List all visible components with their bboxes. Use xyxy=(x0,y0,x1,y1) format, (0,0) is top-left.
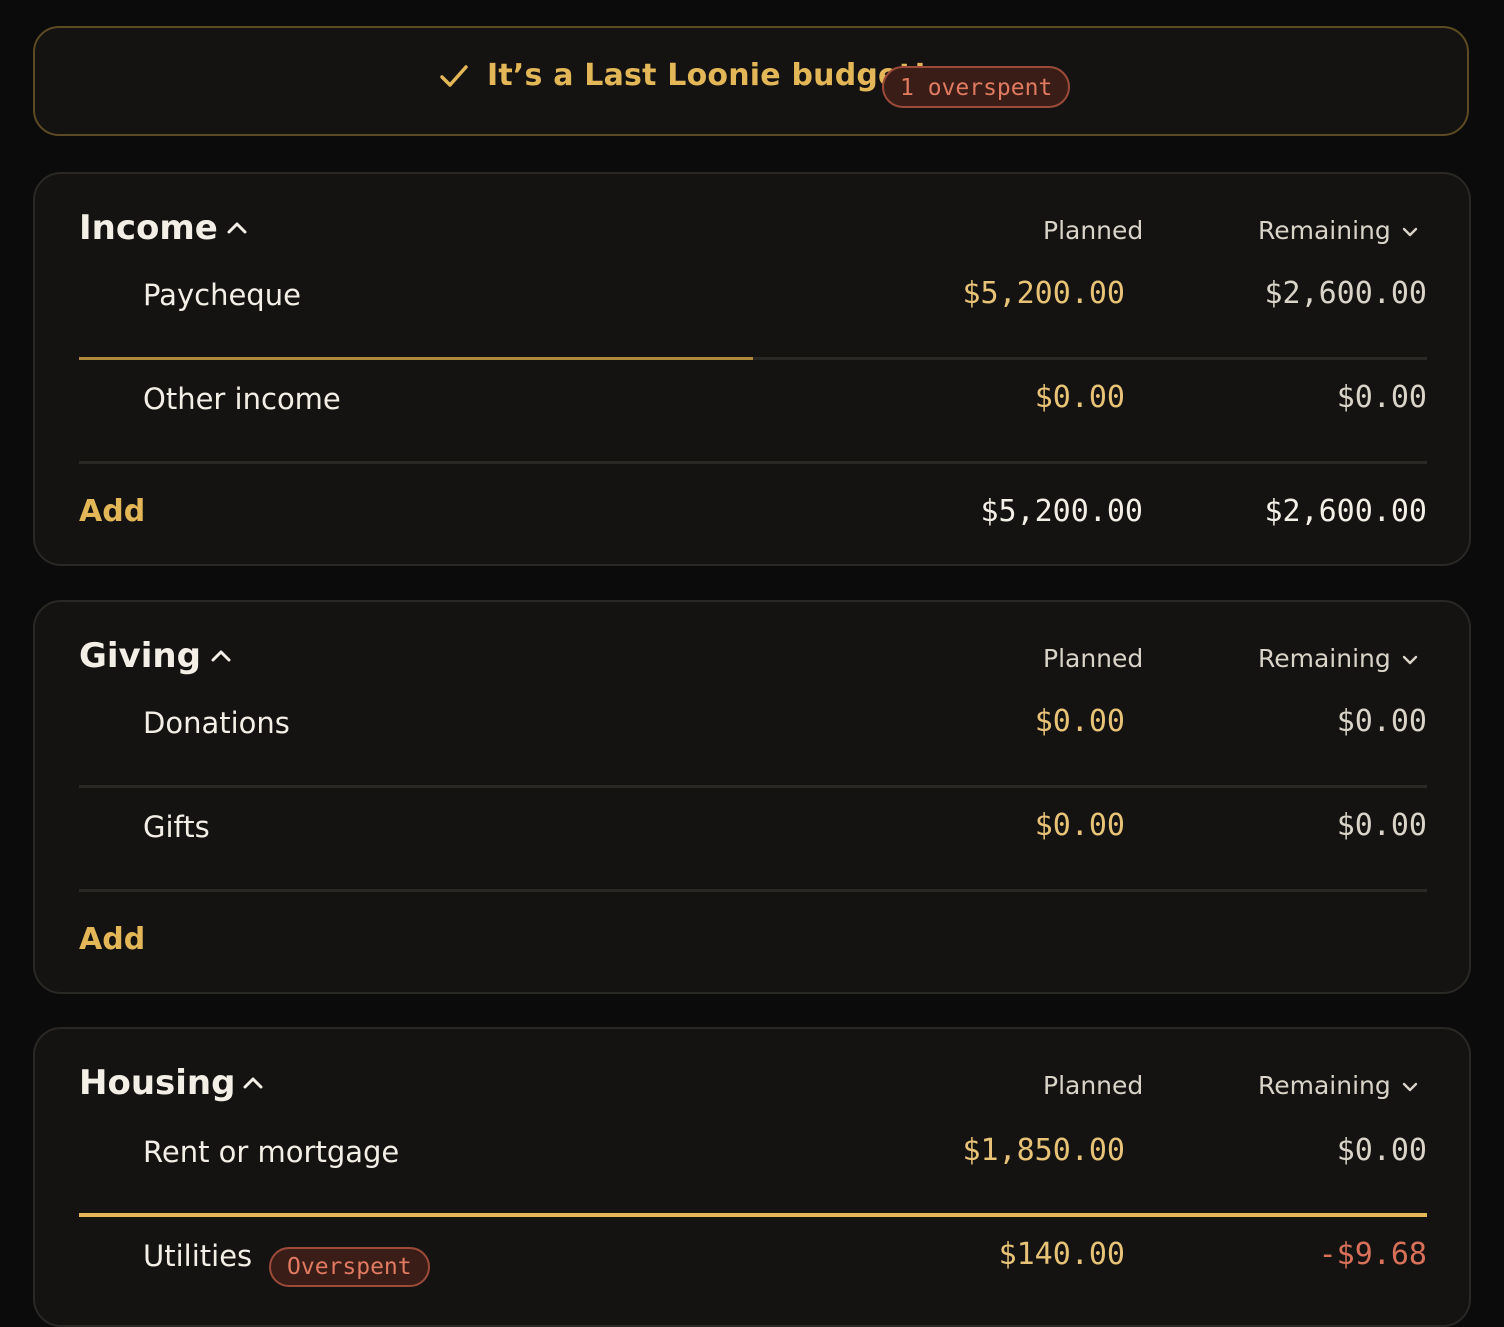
budget-status-title: It’s a Last Loonie budget! xyxy=(487,58,928,93)
row-label: Rent or mortgage xyxy=(143,1135,400,1169)
chevron-up-icon[interactable] xyxy=(207,644,235,668)
column-header-planned: Planned xyxy=(1043,1071,1144,1100)
group-total-planned: $5,200.00 xyxy=(980,494,1143,529)
add-item-button[interactable]: Add xyxy=(79,494,145,529)
row-remaining-amount: $2,600.00 xyxy=(1264,276,1427,311)
row-remaining-amount: $0.00 xyxy=(1336,704,1427,739)
group-title[interactable]: Income xyxy=(79,208,218,248)
row-label: Gifts xyxy=(143,810,210,844)
budget-row[interactable]: Rent or mortgage $1,850.00 $0.00 xyxy=(79,1113,1427,1217)
row-remaining-amount: $0.00 xyxy=(1336,808,1427,843)
group-title[interactable]: Giving xyxy=(79,636,201,676)
column-header-remaining[interactable]: Remaining xyxy=(1258,216,1421,245)
row-label: Utilities xyxy=(143,1239,253,1273)
column-header-remaining[interactable]: Remaining xyxy=(1258,1071,1421,1100)
group-footer: Add $5,200.00 $2,600.00 xyxy=(79,494,1427,554)
chevron-down-icon[interactable] xyxy=(1399,222,1421,242)
group-footer: Add xyxy=(79,922,1427,982)
group-card-giving: Giving Planned Remaining Donations $0.00… xyxy=(33,600,1471,994)
group-card-income: Income Planned Remaining Paycheque $5,20… xyxy=(33,172,1471,566)
budget-row[interactable]: Donations $0.00 $0.00 xyxy=(79,684,1427,788)
group-total-remaining: $2,600.00 xyxy=(1264,494,1427,529)
overspent-badge: Overspent xyxy=(269,1247,430,1287)
row-divider xyxy=(79,889,1427,892)
chevron-down-icon[interactable] xyxy=(1399,650,1421,670)
row-planned-amount[interactable]: $0.00 xyxy=(1035,380,1125,415)
add-item-button[interactable]: Add xyxy=(79,922,145,957)
row-planned-amount[interactable]: $5,200.00 xyxy=(962,276,1125,311)
row-label: Other income xyxy=(143,382,341,416)
chevron-up-icon[interactable] xyxy=(223,216,251,240)
column-header-remaining-label: Remaining xyxy=(1258,216,1391,245)
column-header-planned: Planned xyxy=(1043,644,1144,673)
row-label: Paycheque xyxy=(143,278,301,312)
budget-row[interactable]: Gifts $0.00 $0.00 xyxy=(79,788,1427,892)
row-remaining-amount: $0.00 xyxy=(1336,380,1427,415)
budget-row[interactable]: Utilities Overspent $140.00 -$9.68 xyxy=(79,1217,1427,1321)
column-header-planned: Planned xyxy=(1043,216,1144,245)
check-icon xyxy=(440,65,468,87)
overspent-count-badge[interactable]: 1 overspent xyxy=(882,66,1071,108)
budget-row[interactable]: Paycheque $5,200.00 $2,600.00 xyxy=(79,256,1427,360)
row-divider xyxy=(79,461,1427,464)
row-remaining-amount: -$9.68 xyxy=(1318,1237,1427,1272)
row-remaining-amount: $0.00 xyxy=(1336,1133,1427,1168)
row-planned-amount[interactable]: $1,850.00 xyxy=(962,1133,1125,1168)
column-header-remaining[interactable]: Remaining xyxy=(1258,644,1421,673)
chevron-down-icon[interactable] xyxy=(1399,1077,1421,1097)
budget-row[interactable]: Other income $0.00 $0.00 xyxy=(79,360,1427,464)
group-card-housing: Housing Planned Remaining Rent or mortga… xyxy=(33,1027,1471,1327)
chevron-up-icon[interactable] xyxy=(239,1071,267,1095)
column-header-remaining-label: Remaining xyxy=(1258,1071,1391,1100)
budget-status-banner: It’s a Last Loonie budget! 1 overspent xyxy=(33,26,1469,136)
row-planned-amount[interactable]: $0.00 xyxy=(1035,704,1125,739)
group-title[interactable]: Housing xyxy=(79,1063,235,1103)
row-planned-amount[interactable]: $0.00 xyxy=(1035,808,1125,843)
row-label: Donations xyxy=(143,706,290,740)
row-planned-amount[interactable]: $140.00 xyxy=(999,1237,1125,1272)
column-header-remaining-label: Remaining xyxy=(1258,644,1391,673)
